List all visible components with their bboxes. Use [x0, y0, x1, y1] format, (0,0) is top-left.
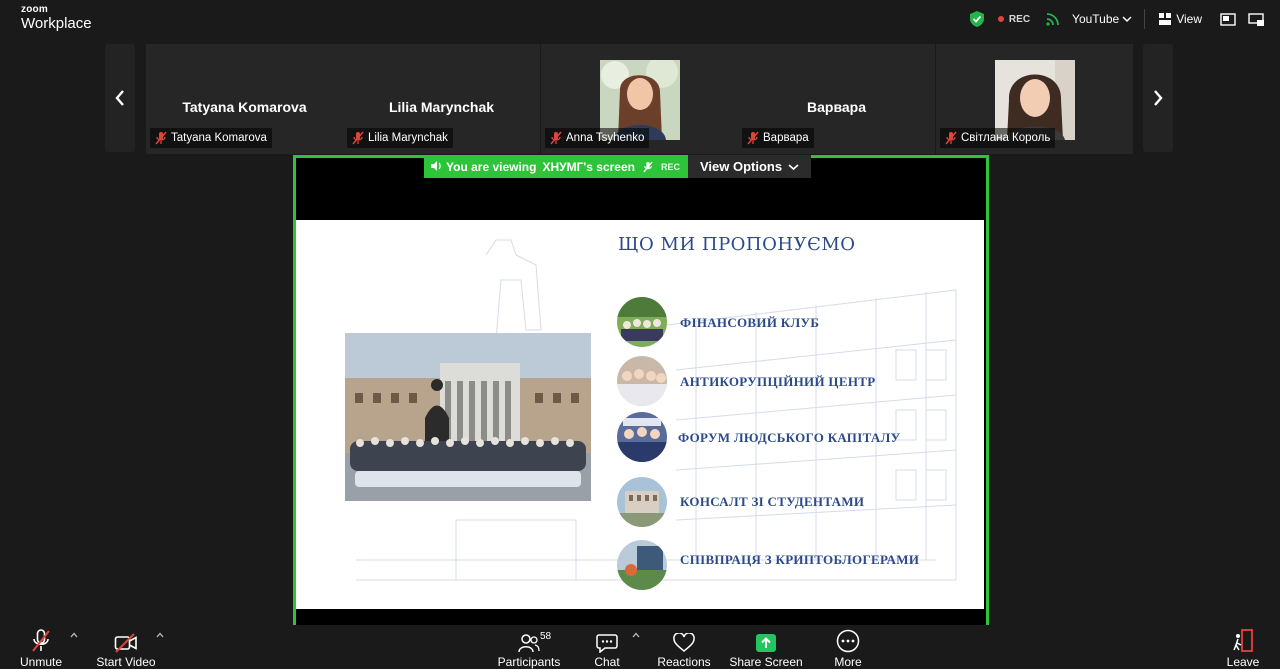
muted-mic-icon [32, 629, 50, 652]
rec-label: REC [1008, 13, 1031, 25]
participant-name-label: Lilia Marynchak [347, 128, 453, 148]
chat-options-chevron-icon[interactable] [632, 632, 640, 638]
view-button[interactable]: View [1159, 12, 1202, 26]
participant-tile[interactable]: Anna Tsyhenko [541, 44, 738, 154]
participant-tile[interactable]: Tatyana Komarova Tatyana Komarova [146, 44, 343, 154]
more-button[interactable]: More [830, 625, 866, 669]
more-icon [836, 629, 860, 653]
screen-share-banner: You are viewing ХНУМГ's screen REC View … [424, 155, 812, 178]
item-photo-crypto-bloggers [617, 540, 667, 590]
speaker-icon [431, 161, 441, 171]
item-anticorruption-center: АНТИКОРУПЦІЙНИЙ ЦЕНТР [680, 374, 876, 389]
grid-view-icon [1159, 13, 1172, 25]
muted-mic-icon [352, 131, 364, 145]
brand-workplace: Workplace [21, 15, 92, 32]
reactions-label: Reactions [657, 655, 711, 669]
participant-name-label: Варвара [742, 128, 814, 148]
chevron-left-icon [115, 90, 124, 106]
item-financial-club: ФІНАНСОВИЙ КЛУБ [680, 315, 820, 330]
chat-button[interactable]: Chat [590, 625, 624, 669]
participant-label-text: Світлана Король [961, 132, 1051, 144]
picture-in-picture-icon[interactable] [1220, 12, 1236, 26]
item-human-capital-forum: ФОРУМ ЛЮДСЬКОГО КАПІТАЛУ [678, 430, 901, 445]
heart-icon [673, 633, 695, 652]
participant-label-text: Варвара [763, 132, 809, 144]
share-screen-button[interactable]: Share Screen [729, 625, 803, 669]
chevron-down-icon [1122, 16, 1132, 23]
leave-button[interactable]: Leave [1226, 625, 1260, 669]
participant-name-label: Tatyana Komarova [150, 128, 272, 148]
participant-strip: Tatyana Komarova Tatyana Komarova Lilia … [0, 38, 1280, 155]
item-crypto-bloggers: СПІВПРАЦЯ З КРИПТОБЛОГЕРАМИ [680, 552, 920, 567]
unmute-label: Unmute [19, 655, 63, 669]
share-screen-label: Share Screen [729, 655, 803, 669]
muted-mic-icon [747, 131, 759, 145]
presenter-muted-icon [643, 161, 653, 172]
item-photo-financial-club [617, 297, 667, 347]
previous-page-button[interactable] [105, 44, 135, 152]
unmute-button[interactable]: Unmute [18, 625, 64, 669]
zoom-workplace-logo: zoom Workplace [21, 4, 92, 32]
fullscreen-icon[interactable] [1248, 12, 1264, 26]
view-label: View [1176, 12, 1202, 26]
view-options-label: View Options [699, 159, 783, 174]
group-photo [345, 333, 591, 501]
chat-label: Chat [594, 655, 620, 669]
top-divider [1144, 9, 1146, 29]
participant-name-large: Lilia Marynchak [388, 99, 495, 115]
viewing-prefix: You are viewing [446, 159, 537, 174]
muted-mic-icon [945, 131, 957, 145]
more-label: More [834, 655, 862, 669]
stream-label: YouTube [1072, 12, 1120, 26]
meeting-toolbar: Unmute Start Video Participants 58 Chat … [0, 625, 1280, 669]
view-options-button[interactable]: View Options [687, 155, 812, 178]
next-page-button[interactable] [1143, 44, 1173, 152]
live-stream-icon[interactable] [1046, 12, 1060, 26]
participants-count-badge: 58 [540, 631, 552, 642]
chat-icon [596, 634, 618, 653]
recording-indicator[interactable]: REC [997, 13, 1031, 25]
viewing-indicator: You are viewing ХНУМГ's screen REC [424, 155, 688, 178]
leave-label: Leave [1226, 655, 1260, 669]
participants-label: Participants [497, 655, 561, 669]
slide-title: ЩО МИ ПРОПОНУЄМО [618, 234, 856, 255]
rec-dot-icon [997, 16, 1004, 22]
share-screen-icon [756, 634, 776, 652]
participant-name-label: Anna Tsyhenko [545, 128, 650, 148]
reactions-button[interactable]: Reactions [656, 625, 712, 669]
muted-mic-icon [550, 131, 562, 145]
muted-mic-icon [155, 131, 167, 145]
brand-zoom: zoom [21, 4, 48, 15]
participant-label-text: Lilia Marynchak [368, 132, 448, 144]
participant-tile[interactable]: Світлана Король [936, 44, 1133, 154]
participant-label-text: Tatyana Komarova [171, 132, 267, 144]
participant-name-large: Варвара [807, 99, 866, 115]
presentation-slide: ЩО МИ ПРОПОНУЄМО ФІНАНСОВИЙ КЛУБ АНТИКОР… [296, 220, 984, 609]
chevron-down-icon [788, 163, 799, 170]
leave-door-icon [1233, 629, 1253, 652]
video-options-chevron-icon[interactable] [156, 632, 164, 638]
participant-tile[interactable]: Lilia Marynchak Lilia Marynchak [343, 44, 540, 154]
top-bar: zoom Workplace REC YouTube View [0, 0, 1280, 38]
start-video-button[interactable]: Start Video [96, 625, 156, 669]
item-photo-human-capital-forum [617, 412, 667, 462]
participant-tile[interactable]: Варвара Варвара [738, 44, 935, 154]
item-photo-anticorruption-center [617, 356, 667, 406]
youtube-stream-dropdown[interactable]: YouTube [1072, 12, 1132, 26]
audio-options-chevron-icon[interactable] [70, 632, 78, 638]
chevron-right-icon [1154, 90, 1163, 106]
participant-name-label: Світлана Король [940, 128, 1056, 148]
participant-label-text: Anna Tsyhenko [566, 132, 645, 144]
start-video-label: Start Video [96, 655, 156, 669]
participants-icon [518, 634, 540, 653]
item-consulting-students: КОНСАЛТ ЗІ СТУДЕНТАМИ [680, 494, 865, 509]
presenter-name: ХНУМГ's screen [542, 159, 635, 174]
video-off-icon [114, 633, 137, 653]
presenter-rec-label: REC [660, 161, 680, 172]
encryption-shield-icon[interactable] [969, 11, 984, 27]
participant-name-large: Tatyana Komarova [182, 99, 307, 115]
item-photo-consulting-students [617, 477, 667, 527]
